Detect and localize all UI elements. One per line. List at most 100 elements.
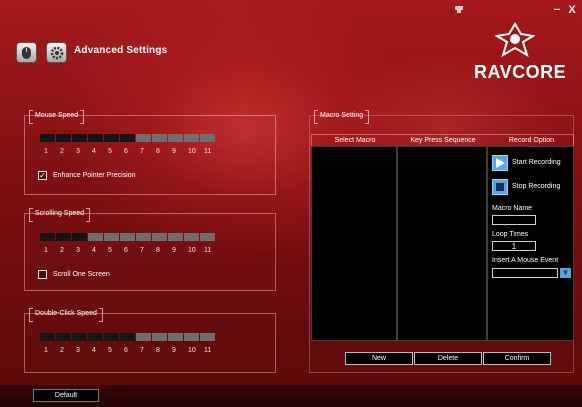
scrolling-speed-scale: 1 2 3 4 5 6 7 8 9 10 11 [44,247,220,254]
speed-segment[interactable] [72,233,87,241]
double-click-speed-title: Double-Click Speed [29,308,103,322]
scale-number: 9 [172,347,176,354]
mouse-speed-panel: Mouse Speed [24,110,276,195]
scale-number: 1 [44,347,48,354]
mouse-icon[interactable] [16,42,37,63]
new-macro-button[interactable]: New [345,352,413,365]
gear-icon[interactable] [46,42,67,63]
speed-segment[interactable] [152,134,167,142]
delete-macro-button[interactable]: Delete [414,352,482,365]
scale-number: 11 [204,148,212,155]
speed-segment[interactable] [184,233,199,241]
scale-number: 5 [108,347,112,354]
insert-mouse-event-label: Insert A Mouse Event [492,257,559,264]
scale-number: 2 [60,148,64,155]
speed-segment[interactable] [56,233,71,241]
scale-number: 11 [204,247,212,254]
scale-number: 3 [76,347,80,354]
play-icon [496,158,505,168]
speed-segment[interactable] [200,333,215,341]
macro-setting-title: Macro Setting [313,110,370,124]
start-recording-label: Start Recording [512,159,561,166]
minimize-button[interactable]: − [551,4,563,16]
speed-segment[interactable] [88,134,103,142]
scale-number: 7 [140,148,144,155]
scroll-one-screen-option[interactable]: Scroll One Screen [38,270,110,279]
stop-icon [496,183,504,191]
chevron-down-icon[interactable]: ▼ [560,268,571,278]
scrolling-speed-title: Scrolling Speed [28,208,91,222]
speed-segment[interactable] [104,233,119,241]
speed-segment[interactable] [88,233,103,241]
speed-segment[interactable] [200,134,215,142]
scale-number: 2 [60,247,64,254]
scale-number: 2 [60,347,64,354]
stop-recording-button[interactable] [492,179,508,195]
speed-segment[interactable] [40,134,55,142]
speed-segment[interactable] [120,233,135,241]
scrolling-speed-slider[interactable] [40,233,215,241]
speed-segment[interactable] [200,233,215,241]
speed-segment[interactable] [136,233,151,241]
start-recording-button[interactable] [492,155,508,171]
macro-name-input[interactable] [492,215,536,225]
speed-segment[interactable] [88,333,103,341]
scale-number: 10 [188,148,196,155]
enhance-pointer-checkbox[interactable]: ✓ [38,171,47,180]
page-title: Advanced Settings [74,45,168,56]
speed-segment[interactable] [168,333,183,341]
confirm-button[interactable]: Confirm [483,352,551,365]
speed-segment[interactable] [40,333,55,341]
speed-segment[interactable] [40,233,55,241]
scale-number: 8 [156,148,160,155]
speed-segment[interactable] [152,233,167,241]
scale-number: 4 [92,148,96,155]
scale-number: 3 [76,148,80,155]
close-button[interactable]: X [566,4,578,16]
scale-number: 6 [124,247,128,254]
phoenix-logo-icon [494,22,536,58]
insert-mouse-event-select[interactable] [492,268,558,278]
scale-number: 3 [76,247,80,254]
loop-times-input[interactable]: 1 [492,241,536,251]
speed-segment[interactable] [56,333,71,341]
select-macro-list[interactable] [311,146,397,341]
scale-number: 9 [172,247,176,254]
speed-segment[interactable] [136,134,151,142]
scroll-one-screen-checkbox[interactable] [38,270,47,279]
mouse-speed-scale: 1 2 3 4 5 6 7 8 9 10 11 [44,148,220,155]
speed-segment[interactable] [120,134,135,142]
speed-segment[interactable] [168,134,183,142]
scale-number: 9 [172,148,176,155]
scale-number: 7 [140,347,144,354]
loop-times-label: Loop Times [492,231,529,238]
speed-segment[interactable] [56,134,71,142]
default-button[interactable]: Default [33,389,99,402]
speed-segment[interactable] [184,134,199,142]
scale-number: 6 [124,148,128,155]
speed-segment[interactable] [104,333,119,341]
macro-name-label: Macro Name [492,205,533,212]
double-click-speed-slider[interactable] [40,333,215,341]
mouse-speed-slider[interactable] [40,134,215,142]
speed-segment[interactable] [184,333,199,341]
speed-segment[interactable] [104,134,119,142]
scale-number: 10 [188,247,196,254]
enhance-pointer-option[interactable]: ✓ Enhance Pointer Precision [38,171,136,180]
speed-segment[interactable] [72,333,87,341]
scroll-one-screen-label: Scroll One Screen [53,271,110,278]
speed-segment[interactable] [168,233,183,241]
mouse-speed-title: Mouse Speed [28,110,85,124]
scale-number: 11 [204,347,212,354]
speed-segment[interactable] [72,134,87,142]
key-sequence-list[interactable] [397,146,487,341]
speed-segment[interactable] [120,333,135,341]
brand-name: RAVCORE [474,62,567,82]
scale-number: 8 [156,347,160,354]
speed-segment[interactable] [152,333,167,341]
scale-number: 1 [44,247,48,254]
scale-number: 7 [140,247,144,254]
window-pin-icon[interactable] [454,5,464,16]
speed-segment[interactable] [136,333,151,341]
stop-recording-label: Stop Recording [512,183,561,190]
